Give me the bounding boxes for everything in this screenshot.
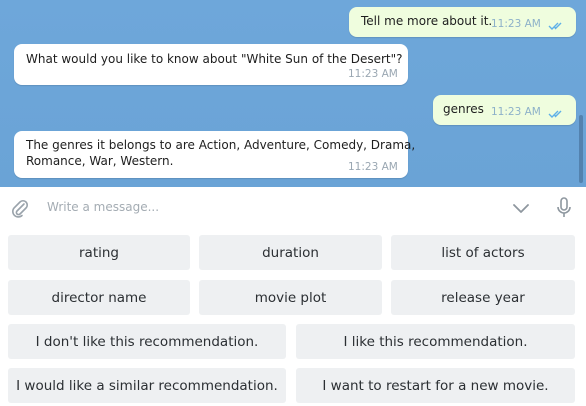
double-check-icon [548,110,562,118]
keyboard-button-director-name[interactable]: director name [8,280,190,315]
message-text-line-1: The genres it belongs to are Action, Adv… [26,138,416,152]
message-time: 11:23 AM [491,18,541,30]
message-text: What would you like to know about "White… [26,52,403,66]
message-input[interactable]: Write a message... [47,200,159,214]
keyboard-button-restart-new-movie[interactable]: I want to restart for a new movie. [296,368,575,403]
paperclip-icon[interactable] [10,198,30,218]
message-time: 11:23 AM [491,106,541,118]
chat-history: Tell me more about it. 11:23 AM What wou… [0,0,586,187]
incoming-message: The genres it belongs to are Action, Adv… [14,131,415,178]
message-text: Tell me more about it. [361,14,493,28]
double-check-icon [548,22,562,30]
chevron-down-icon[interactable] [513,202,529,214]
keyboard-button-release-year[interactable]: release year [391,280,575,315]
keyboard-button-dislike-recommendation[interactable]: I don't like this recommendation. [8,324,286,359]
keyboard-button-movie-plot[interactable]: movie plot [199,280,382,315]
outgoing-message: Tell me more about it. 11:23 AM [349,7,576,37]
keyboard-button-similar-recommendation[interactable]: I would like a similar recommendation. [8,368,286,403]
chat-scrollbar[interactable] [579,115,583,183]
microphone-icon[interactable] [556,196,572,220]
keyboard-button-duration[interactable]: duration [199,235,382,270]
bot-keyboard: rating duration list of actors director … [0,229,586,406]
message-time: 11:23 AM [348,161,398,173]
keyboard-button-like-recommendation[interactable]: I like this recommendation. [296,324,575,359]
message-composer: Write a message... [0,187,586,229]
incoming-message: What would you like to know about "White… [14,44,408,85]
keyboard-button-list-of-actors[interactable]: list of actors [391,235,575,270]
keyboard-button-rating[interactable]: rating [8,235,190,270]
message-text: genres [443,102,484,116]
outgoing-message: genres 11:23 AM [433,95,576,125]
message-time: 11:23 AM [348,68,398,80]
message-text-line-2: Romance, War, Western. [26,154,174,168]
